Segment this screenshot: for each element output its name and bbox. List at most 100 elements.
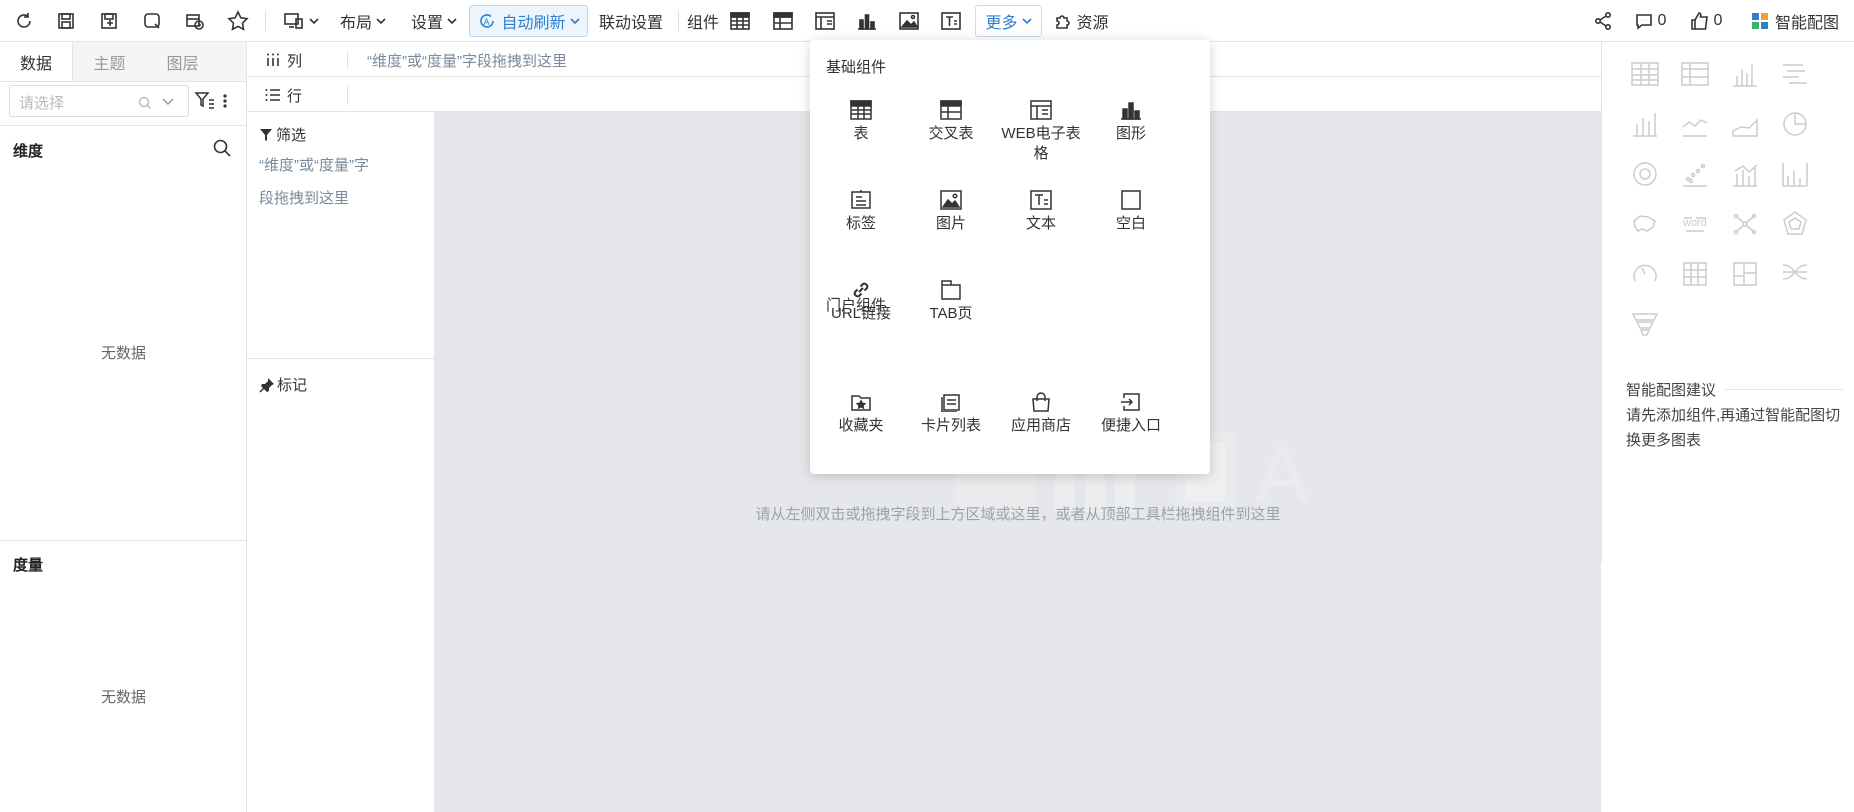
toolbar-divider [678,11,679,31]
radar-chart-icon[interactable] [1780,209,1810,239]
comment-button[interactable]: 0 [1630,0,1670,42]
combo-chart-icon[interactable] [1730,159,1760,189]
component-favorites[interactable]: 收藏夹 [816,392,906,436]
search-icon[interactable] [212,138,232,158]
web-sheet-icon[interactable] [812,0,838,42]
divider [0,125,247,126]
preview-icon[interactable] [138,0,166,42]
save-as-icon[interactable] [95,0,123,42]
more-options-icon[interactable] [220,90,230,112]
portal-components-title: 门户组件 [826,297,887,314]
table-chart-icon[interactable] [1630,59,1660,89]
component-chart[interactable]: 图形 [1086,100,1176,144]
component-text[interactable]: 文本 [996,190,1086,234]
component-label[interactable]: 标签 [816,190,906,234]
smart-chart-panel: word 智能配图建议 请先添加组件,再通过智能配图切 换更多图表 [1601,42,1854,562]
chart-icon[interactable] [854,0,880,42]
divider [1725,389,1843,390]
tab-theme[interactable]: 主题 [73,42,146,81]
measure-title: 度量 [13,557,44,574]
dataset-select[interactable]: 请选择 [9,85,189,117]
pie-chart-icon[interactable] [1780,109,1810,139]
donut-chart-icon[interactable] [1630,159,1660,189]
chevron-down-icon [376,18,386,25]
suggest-text-line1: 请先添加组件,再通过智能配图切 [1626,407,1841,424]
table-icon [850,100,872,120]
favorite-star-icon[interactable] [224,0,252,42]
data-panel: 数据 主题 图层 请选择 维度 无数据 度量 无数据 [0,42,247,812]
schedule-icon[interactable] [181,0,209,42]
divider [347,50,348,70]
app-store-icon [1032,392,1050,412]
tab-layers[interactable]: 图层 [146,42,219,81]
smart-chart-icon [1751,13,1768,29]
crosstab-chart-icon[interactable] [1680,59,1710,89]
network-chart-icon[interactable] [1730,209,1760,239]
scatter-chart-icon[interactable] [1680,159,1710,189]
component-shortcut[interactable]: 便捷入口 [1086,392,1176,436]
heatmap-chart-icon[interactable] [1680,259,1710,289]
mark-section[interactable]: 标记 [259,374,307,395]
column-label: 列 [287,53,303,70]
canvas-hint: 请从左侧双击或拖拽字段到上方区域或这里，或者从顶部工具栏拖拽组件到这里 [755,506,1281,523]
svg-text:word: word [1682,217,1707,229]
suggest-title: 智能配图建议 [1626,382,1717,399]
image-icon[interactable] [896,0,922,42]
crosstab-icon[interactable] [770,0,796,42]
search-icon [138,96,151,109]
component-app-store[interactable]: 应用商店 [996,392,1086,436]
component-image[interactable]: 图片 [906,190,996,234]
settings-menu[interactable]: 设置 [404,0,464,42]
filter-mark-panel: 筛选 “维度”或“度量”字 段拖拽到这里 标记 [247,112,435,812]
table-icon[interactable] [727,0,753,42]
component-tab-page[interactable]: TAB页 [906,280,996,324]
chart-icon [1121,102,1141,120]
resources-button[interactable]: 资源 [1052,0,1110,42]
component-crosstab[interactable]: 交叉表 [906,100,996,144]
more-components-dropdown: 基础组件 表 交叉表 WEB电子表格 图形 标签 图片 文本 空白 URL链接 … [810,40,1210,474]
rows-icon [265,89,280,101]
filter-sort-icon[interactable] [194,90,216,112]
filter-section[interactable]: 筛选 [259,124,306,145]
save-icon[interactable] [52,0,80,42]
funnel-chart-icon[interactable] [1630,309,1660,339]
text-icon [1030,190,1052,210]
device-switch-button[interactable] [276,0,326,42]
sankey-chart-icon[interactable] [1780,259,1810,289]
svg-text:A: A [1255,430,1309,512]
map-chart-icon[interactable] [1630,209,1660,239]
component-table[interactable]: 表 [816,100,906,144]
auto-refresh-button[interactable]: A 自动刷新 [469,5,588,37]
component-card-list[interactable]: 卡片列表 [906,392,996,436]
layout-menu[interactable]: 布局 [333,0,393,42]
treemap-chart-icon[interactable] [1730,259,1760,289]
panel-tabs: 数据 主题 图层 [0,42,246,82]
chevron-down-icon [162,98,174,105]
component-blank[interactable]: 空白 [1086,190,1176,234]
dual-axis-chart-icon[interactable] [1780,159,1810,189]
word-cloud-chart-icon[interactable]: word [1680,209,1710,239]
smart-chart-button[interactable]: 智能配图 [1742,0,1848,42]
filter-drop-hint-line2: 段拖拽到这里 [259,190,350,207]
svg-text:A: A [484,17,490,27]
horizontal-bar-chart-icon[interactable] [1780,59,1810,89]
bar-chart-icon[interactable] [1730,59,1760,89]
share-icon[interactable] [1590,0,1616,42]
stacked-bar-chart-icon[interactable] [1630,109,1660,139]
component-label: 组件 [686,15,719,32]
column-drop-hint: “维度”或“度量”字段拖拽到这里 [367,53,567,70]
blank-icon [1121,190,1141,210]
tab-data[interactable]: 数据 [0,42,73,81]
shortcut-icon [1121,393,1140,411]
gauge-chart-icon[interactable] [1630,259,1660,289]
text-icon[interactable] [938,0,964,42]
basic-components-title: 基础组件 [826,59,887,76]
component-web-sheet[interactable]: WEB电子表格 [996,100,1086,164]
refresh-icon[interactable] [10,0,38,42]
like-button[interactable]: 0 [1686,0,1726,42]
dimension-title: 维度 [13,143,44,160]
linkage-settings-button[interactable]: 联动设置 [596,0,666,42]
more-components-button[interactable]: 更多 [975,5,1042,37]
line-chart-icon[interactable] [1680,109,1710,139]
area-chart-icon[interactable] [1730,109,1760,139]
